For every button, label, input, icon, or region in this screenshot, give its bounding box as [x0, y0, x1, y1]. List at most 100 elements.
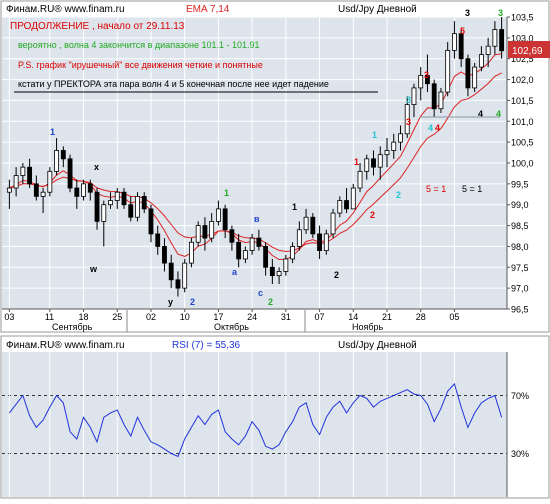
candle-body — [215, 208, 221, 222]
candle-body — [168, 262, 174, 281]
candle-body — [202, 225, 208, 239]
candle-body — [330, 212, 336, 235]
right-note-right: 5 = 1 — [462, 184, 482, 194]
candle-body — [276, 271, 282, 277]
date-tick-label: 05 — [449, 312, 459, 322]
candle-body — [445, 49, 451, 93]
candle-body — [40, 191, 46, 197]
price-tick-label: 97,5 — [511, 263, 529, 273]
price-tick-label: 100,0 — [511, 159, 534, 169]
candle-body — [485, 45, 491, 55]
candle-body — [492, 29, 498, 47]
candle-body — [465, 58, 471, 89]
wave-label-2k: 2 — [334, 270, 339, 280]
candle-body — [290, 246, 296, 260]
wave-label-4r: 4 — [435, 123, 440, 133]
candle-body — [13, 175, 19, 189]
rsi-header-left: Финам.RU® www.finam.ru — [6, 340, 125, 351]
candle-body — [357, 170, 363, 189]
wave-label-1g: 1 — [224, 188, 229, 198]
wave-label-b: в — [254, 214, 260, 224]
price-tick-label: 101,0 — [511, 117, 534, 127]
candle-body — [458, 33, 464, 60]
price-tick-label: 100,5 — [511, 138, 534, 148]
wave-label-1r: 1 — [354, 157, 359, 167]
price-tick-label: 98,5 — [511, 221, 529, 231]
wave-label-2g: 2 — [268, 297, 273, 307]
candle-body — [377, 154, 383, 168]
candle-body — [121, 191, 127, 206]
wave-label-2c: 2 — [396, 190, 401, 200]
price-tick-label: 101,5 — [511, 96, 534, 106]
rsi-level-label: 30% — [511, 449, 529, 459]
candle-body — [371, 158, 376, 168]
candle-body — [391, 141, 397, 151]
candle-body — [81, 183, 86, 197]
candle-body — [364, 158, 370, 172]
candle-body — [337, 200, 343, 214]
price-header-left: Финам.RU® www.finam.ru — [6, 4, 125, 15]
candle-body — [27, 166, 33, 185]
wave-label-1k: 1 — [292, 202, 297, 212]
candle-body — [303, 216, 309, 231]
date-tick-label: 03 — [4, 312, 14, 322]
wave-label-1: 1 — [50, 127, 55, 137]
annotation-line-2: вероятно , волна 4 закончится в диапазон… — [18, 40, 260, 50]
candle-body — [499, 29, 505, 52]
wave-label-2: 2 — [190, 297, 195, 307]
price-header-center: EMA 7,14 — [186, 4, 230, 15]
rsi-level-label: 70% — [511, 391, 529, 401]
price-tick-label: 96,5 — [511, 305, 529, 315]
month-label: Сентябрь — [52, 322, 93, 332]
candle-body — [263, 246, 269, 268]
wave-label-3r: 3 — [424, 70, 429, 80]
candle-body — [418, 75, 424, 89]
candle-body — [148, 208, 154, 235]
candle-body — [350, 187, 356, 210]
date-tick-label: 25 — [112, 312, 122, 322]
candle-body — [209, 220, 215, 239]
candle-body — [87, 183, 93, 193]
date-tick-label: 24 — [247, 312, 257, 322]
candle-body — [54, 150, 59, 172]
price-tick-label: 97,0 — [511, 284, 529, 294]
date-tick-label: 21 — [382, 312, 392, 322]
candle-body — [128, 204, 134, 218]
candle-body — [182, 262, 188, 289]
candle-body — [189, 241, 194, 264]
candle-body — [114, 191, 120, 201]
date-tick-label: 31 — [281, 312, 291, 322]
rsi-header-center: RSI (7) = 55,36 — [172, 340, 241, 351]
date-tick-label: 07 — [315, 312, 325, 322]
wave-label-1c: 1 — [372, 130, 377, 140]
date-tick-label: 02 — [146, 312, 156, 322]
wave-label-3r-low: 3 — [406, 117, 411, 127]
wave-label-3k: 3 — [465, 8, 470, 18]
candle-body — [269, 266, 275, 277]
annotation-line-3: P.S. график "ирушечный" все движения чет… — [18, 60, 263, 70]
candle-body — [344, 200, 349, 210]
month-label: Ноябрь — [352, 322, 384, 332]
wave-label-y: y — [168, 297, 173, 307]
date-tick-label: 10 — [180, 312, 190, 322]
candle-body — [74, 187, 80, 197]
candle-body — [256, 237, 262, 247]
candle-body — [452, 33, 457, 51]
candle-body — [60, 150, 66, 160]
price-tick-label: 99,0 — [511, 200, 529, 210]
price-tick-label: 98,0 — [511, 242, 529, 252]
candle-body — [323, 233, 329, 252]
candle-body — [47, 170, 53, 193]
annotation-line-4: кстати у ПРЕКТОРА эта пара волн 4 и 5 ко… — [18, 79, 329, 89]
candle-body — [296, 229, 302, 247]
last-price-label: 102,69 — [512, 46, 543, 57]
candle-body — [94, 191, 100, 222]
wave-label-3g: 3 — [498, 8, 503, 18]
candle-body — [310, 216, 316, 235]
price-tick-label: 102,0 — [511, 75, 534, 85]
date-tick-label: 14 — [348, 312, 358, 322]
candle-body — [411, 87, 417, 105]
date-tick-label: 18 — [79, 312, 89, 322]
month-label: Октябрь — [214, 322, 249, 332]
candle-body — [249, 237, 255, 251]
